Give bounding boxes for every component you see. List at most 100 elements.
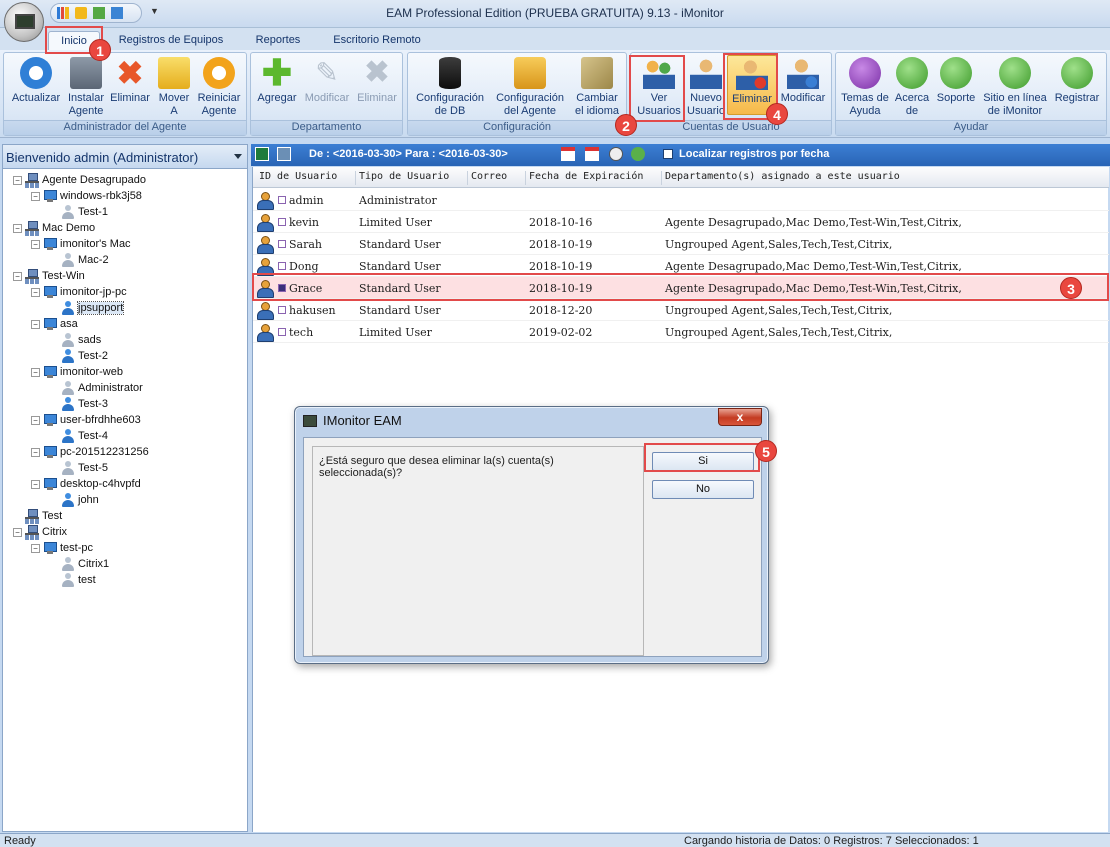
tree-node[interactable]: − pc-201512231256 — [31, 444, 149, 460]
go-icon[interactable] — [631, 147, 645, 161]
col-user-type[interactable]: Tipo de Usuario — [355, 171, 467, 185]
tree-node[interactable]: Test-4 — [61, 428, 108, 444]
tree-node[interactable]: Test-1 — [61, 204, 108, 220]
yes-button[interactable]: Si — [652, 452, 754, 471]
clock-icon[interactable] — [609, 147, 623, 161]
table-row[interactable]: Dong Standard User 2018-10-19 Agente Desagr… — [253, 255, 1109, 277]
print-icon[interactable] — [277, 147, 291, 161]
tree-node[interactable]: Administrator — [61, 380, 143, 396]
col-email[interactable]: Correo — [467, 171, 525, 185]
tree-node[interactable]: − Citrix — [13, 524, 67, 541]
tree-node[interactable]: − imonitor-jp-pc — [31, 284, 127, 300]
table-row[interactable]: kevin Limited User 2018-10-16 Agente Desagr… — [253, 211, 1109, 233]
collapse-icon[interactable]: − — [13, 175, 22, 185]
collapse-icon[interactable]: − — [13, 223, 22, 233]
app-menu-button[interactable] — [4, 2, 44, 42]
row-checkbox[interactable] — [278, 306, 286, 314]
tree-node[interactable]: Test-2 — [61, 348, 108, 364]
modificar-usuario-button[interactable]: Modificar — [777, 57, 829, 105]
temas-ayuda-button[interactable]: Temas de Ayuda — [838, 57, 892, 118]
calendar-from-icon[interactable] — [561, 147, 575, 161]
gear-icon — [514, 57, 546, 89]
tab-escritorio-remoto[interactable]: Escritorio Remoto — [322, 31, 432, 50]
tree-node[interactable]: Test-5 — [61, 460, 108, 476]
collapse-icon[interactable]: − — [31, 367, 40, 377]
actualizar-button[interactable]: Actualizar — [6, 57, 66, 105]
excel-export-icon[interactable] — [255, 147, 269, 161]
tree-node[interactable]: − test-pc — [31, 540, 93, 556]
col-departments[interactable]: Departamento(s) asignado a este usuario — [661, 171, 1101, 185]
tree-node[interactable]: − imonitor-web — [31, 364, 123, 380]
welcome-header[interactable]: Bienvenido admin (Administrator) — [3, 145, 247, 169]
row-checkbox[interactable] — [278, 196, 286, 204]
status-bar: Ready Cargando historia de Datos: 0 Regi… — [0, 833, 1110, 847]
tree-node[interactable]: Citrix1 — [61, 556, 109, 572]
collapse-icon[interactable]: − — [31, 415, 40, 425]
collapse-icon[interactable]: − — [31, 319, 40, 329]
table-row[interactable]: Grace Standard User 2018-10-19 Agente Desag… — [253, 277, 1109, 299]
table-row[interactable]: hakusen Standard User 2018-12-20 Ungrouped … — [253, 299, 1109, 321]
collapse-icon[interactable]: − — [13, 271, 22, 281]
row-checkbox[interactable] — [278, 328, 286, 336]
agregar-button[interactable]: ✚ Agregar — [253, 55, 301, 105]
tree-node[interactable]: − Test-Win — [13, 268, 85, 285]
close-button[interactable]: x — [718, 408, 762, 426]
modificar-departamento-button[interactable]: ✎ Modificar — [301, 57, 353, 105]
tab-registros[interactable]: Registros de Equipos — [110, 31, 232, 50]
no-button[interactable]: No — [652, 480, 754, 499]
tab-reportes[interactable]: Reportes — [244, 31, 312, 50]
calendar-to-icon[interactable] — [585, 147, 599, 161]
row-checkbox[interactable] — [278, 218, 286, 226]
tree-node[interactable]: − asa — [31, 316, 78, 332]
collapse-icon[interactable]: − — [31, 287, 40, 297]
row-checkbox[interactable] — [278, 240, 286, 248]
col-user-id[interactable]: ID de Usuario — [256, 171, 354, 185]
instalar-agente-button[interactable]: Instalar Agente — [64, 57, 108, 118]
locate-by-date-checkbox[interactable] — [663, 149, 673, 159]
row-checkbox[interactable] — [278, 262, 286, 270]
chevron-down-icon[interactable] — [234, 154, 242, 159]
eliminar-departamento-button[interactable]: ✖ Eliminar — [353, 57, 401, 105]
collapse-icon[interactable]: − — [31, 191, 40, 201]
tree-node-label: imonitor's Mac — [60, 238, 131, 250]
config-agente-button[interactable]: Configuración del Agente — [490, 57, 570, 118]
acerca-de-button[interactable]: Acerca de — [892, 57, 932, 118]
table-row[interactable]: admin Administrator — [253, 189, 1109, 211]
row-checkbox[interactable] — [278, 284, 286, 292]
tree-node[interactable]: − Mac Demo — [13, 220, 95, 237]
nuevo-usuario-button[interactable]: Nuevo Usuario — [685, 57, 727, 118]
registrar-button[interactable]: Registrar — [1050, 57, 1104, 105]
table-row[interactable]: Sarah Standard User 2018-10-19 Ungrouped Ag… — [253, 233, 1109, 255]
collapse-icon[interactable]: − — [31, 543, 40, 553]
tree-node[interactable]: − imonitor's Mac — [31, 236, 131, 252]
tree-node[interactable]: − user-bfrdhhe603 — [31, 412, 141, 428]
sitio-en-linea-button[interactable]: Sitio en línea de iMonitor — [980, 57, 1050, 118]
col-expiration[interactable]: Fecha de Expiración — [525, 171, 661, 185]
table-header: ID de Usuario Tipo de Usuario Correo Fec… — [253, 167, 1109, 188]
mover-button[interactable]: Mover A — [154, 57, 194, 118]
config-db-button[interactable]: Configuración de DB — [410, 57, 490, 118]
collapse-icon[interactable]: − — [13, 527, 22, 537]
tree-node-label: Test-5 — [78, 462, 108, 474]
tree-node[interactable]: test — [61, 572, 96, 588]
collapse-icon[interactable]: − — [31, 479, 40, 489]
reiniciar-agente-button[interactable]: Reiniciar Agente — [194, 57, 244, 118]
cambiar-idioma-button[interactable]: Cambiar el idioma — [570, 57, 624, 118]
tree-node[interactable]: − Agente Desagrupado — [13, 172, 146, 189]
table-row[interactable]: tech Limited User 2019-02-02 Ungrouped Agen… — [253, 321, 1109, 343]
tree-node[interactable]: − windows-rbk3j58 — [31, 188, 142, 204]
soporte-button[interactable]: Soporte — [932, 57, 980, 105]
tree-node[interactable]: Test — [13, 508, 62, 525]
eliminar-agente-button[interactable]: ✖ Eliminar — [108, 57, 152, 105]
tree-node[interactable]: Mac-2 — [61, 252, 109, 268]
step-badge-1: 1 — [89, 39, 111, 61]
collapse-icon[interactable]: − — [31, 239, 40, 249]
tree-node[interactable]: sads — [61, 332, 101, 348]
tree-node[interactable]: − desktop-c4hvpfd — [31, 476, 141, 492]
tree-node[interactable]: Test-3 — [61, 396, 108, 412]
group-ayudar: Temas de Ayuda Acerca de Soporte Sitio en … — [835, 52, 1107, 136]
tree-node[interactable]: john — [61, 492, 99, 508]
collapse-icon[interactable]: − — [31, 447, 40, 457]
ver-usuarios-button[interactable]: Ver Usuarios — [635, 57, 683, 118]
tree-node[interactable]: jpsupport — [61, 300, 125, 316]
